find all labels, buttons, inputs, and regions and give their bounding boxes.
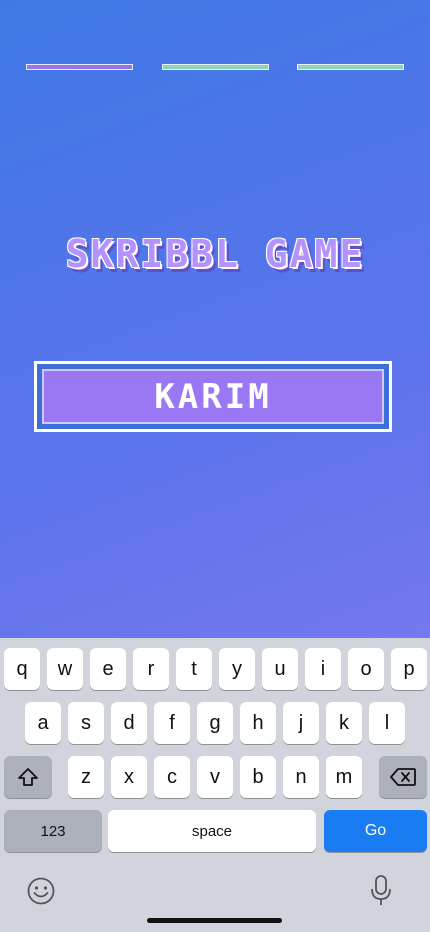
name-input-frame[interactable]: KARIM <box>34 361 392 432</box>
go-key[interactable]: Go <box>324 810 427 852</box>
home-indicator <box>147 918 282 923</box>
key-b[interactable]: b <box>240 756 276 798</box>
key-e[interactable]: e <box>90 648 126 690</box>
backspace-icon <box>390 768 416 786</box>
keyboard: q w e r t y u i o p a s d f g h j k l z … <box>0 638 430 932</box>
keyboard-row-3: z x c v b n m <box>0 756 430 798</box>
key-n[interactable]: n <box>283 756 319 798</box>
key-p[interactable]: p <box>391 648 427 690</box>
key-x[interactable]: x <box>111 756 147 798</box>
microphone-icon <box>371 875 391 905</box>
key-v[interactable]: v <box>197 756 233 798</box>
key-a[interactable]: a <box>25 702 61 744</box>
key-u[interactable]: u <box>262 648 298 690</box>
emoji-icon <box>27 877 55 905</box>
key-h[interactable]: h <box>240 702 276 744</box>
progress-bar <box>26 64 404 70</box>
progress-segment-2 <box>161 64 269 70</box>
key-t[interactable]: t <box>176 648 212 690</box>
key-o[interactable]: o <box>348 648 384 690</box>
key-y[interactable]: y <box>219 648 255 690</box>
numbers-key[interactable]: 123 <box>4 810 102 852</box>
keyboard-row-1: q w e r t y u i o p <box>0 648 430 690</box>
shift-key[interactable] <box>4 756 52 798</box>
key-k[interactable]: k <box>326 702 362 744</box>
shift-icon <box>18 768 38 786</box>
backspace-key[interactable] <box>379 756 427 798</box>
key-j[interactable]: j <box>283 702 319 744</box>
key-w[interactable]: w <box>47 648 83 690</box>
key-z[interactable]: z <box>68 756 104 798</box>
key-g[interactable]: g <box>197 702 233 744</box>
emoji-button[interactable] <box>26 876 56 910</box>
microphone-button[interactable] <box>369 874 393 912</box>
game-title: SKRIBBL GAME <box>65 232 365 276</box>
key-m[interactable]: m <box>326 756 362 798</box>
key-r[interactable]: r <box>133 648 169 690</box>
key-d[interactable]: d <box>111 702 147 744</box>
key-l[interactable]: l <box>369 702 405 744</box>
name-input[interactable]: KARIM <box>42 369 384 424</box>
name-input-value: KARIM <box>154 376 272 417</box>
keyboard-row-4: 123 space Go <box>0 810 430 852</box>
keyboard-row-2: a s d f g h j k l <box>0 702 430 744</box>
key-c[interactable]: c <box>154 756 190 798</box>
key-s[interactable]: s <box>68 702 104 744</box>
progress-segment-3 <box>297 64 404 70</box>
space-key[interactable]: space <box>108 810 316 852</box>
key-q[interactable]: q <box>4 648 40 690</box>
title-container: SKRIBBL GAME <box>0 232 430 276</box>
progress-segment-1 <box>26 64 133 70</box>
key-f[interactable]: f <box>154 702 190 744</box>
key-i[interactable]: i <box>305 648 341 690</box>
